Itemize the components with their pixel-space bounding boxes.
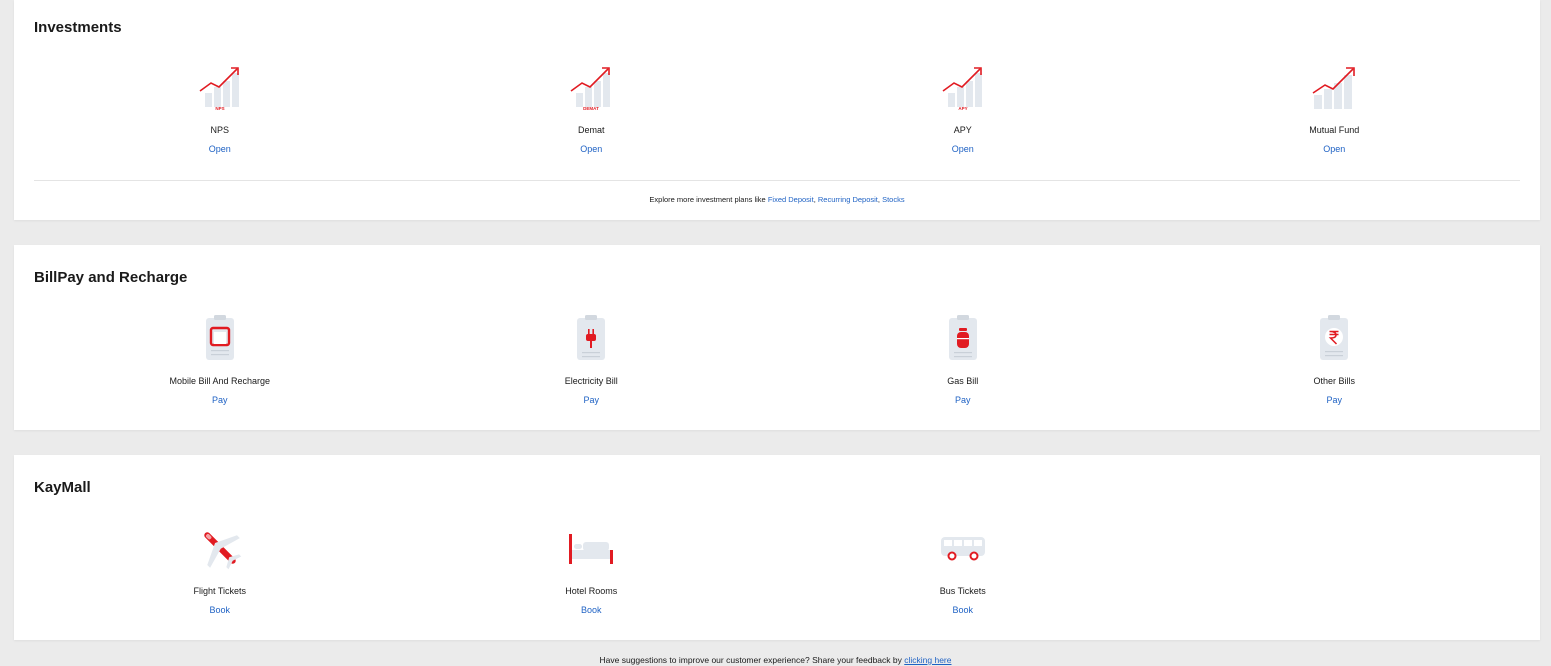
tile-mutual-fund[interactable]: Mutual Fund Open [1149, 62, 1521, 155]
tile-label: Mutual Fund [1309, 125, 1360, 135]
book-hotel-link[interactable]: Book [581, 604, 602, 616]
mobile-bill-icon [196, 313, 244, 363]
tile-bus-tickets[interactable]: Bus Tickets Book [777, 523, 1149, 616]
pay-mobile-bill-link[interactable]: Pay [212, 394, 228, 406]
tile-label: Other Bills [1313, 376, 1355, 386]
section-title: KayMall [34, 479, 91, 496]
section-title: BillPay and Recharge [34, 269, 188, 286]
kaymall-section: KayMall Flight Tickets Book Hotel Rooms … [14, 455, 1540, 640]
kaymall-grid: Flight Tickets Book Hotel Rooms Book Bus… [34, 523, 1520, 616]
section-title: Investments [34, 19, 122, 36]
open-demat-link[interactable]: Open [580, 143, 602, 155]
nps-chart-icon: NPS [196, 62, 244, 112]
open-nps-link[interactable]: Open [209, 143, 231, 155]
tile-label: Demat [577, 125, 605, 135]
pay-other-bills-link[interactable]: Pay [1326, 394, 1342, 406]
tile-label: APY [953, 125, 972, 135]
svg-text:NPS: NPS [215, 106, 224, 111]
tile-gas-bill[interactable]: Gas Bill Pay [777, 313, 1149, 406]
other-bills-rupee-icon [1310, 313, 1358, 363]
investments-grid: NPS NPS Open DEMAT Demat Open APY APY Op… [34, 62, 1520, 155]
billpay-section: BillPay and Recharge Mobile Bill And Rec… [14, 245, 1540, 430]
mutual-fund-chart-icon [1310, 62, 1358, 112]
tile-label: Flight Tickets [193, 586, 246, 596]
tile-label: Hotel Rooms [565, 586, 618, 596]
tile-label: Gas Bill [947, 376, 979, 386]
airplane-icon [196, 523, 244, 573]
investments-section: Investments NPS NPS Open DEMAT Demat Ope… [14, 0, 1540, 220]
gas-bill-icon [939, 313, 987, 363]
recurring-deposit-link[interactable]: Recurring Deposit [818, 195, 878, 204]
tile-label: Mobile Bill And Recharge [169, 376, 271, 386]
open-mutual-fund-link[interactable]: Open [1323, 143, 1345, 155]
bed-icon [567, 523, 615, 573]
billpay-grid: Mobile Bill And Recharge Pay Electricity… [34, 313, 1520, 406]
pay-gas-bill-link[interactable]: Pay [955, 394, 971, 406]
tile-mobile-bill[interactable]: Mobile Bill And Recharge Pay [34, 313, 406, 406]
tile-hotel-rooms[interactable]: Hotel Rooms Book [406, 523, 778, 616]
tile-other-bills[interactable]: Other Bills Pay [1149, 313, 1521, 406]
tile-label: Bus Tickets [939, 586, 986, 596]
book-flight-link[interactable]: Book [209, 604, 230, 616]
divider [34, 180, 1520, 181]
apy-chart-icon: APY [939, 62, 987, 112]
pay-electricity-bill-link[interactable]: Pay [583, 394, 599, 406]
tile-demat[interactable]: DEMAT Demat Open [406, 62, 778, 155]
demat-chart-icon: DEMAT [567, 62, 615, 112]
tile-flight-tickets[interactable]: Flight Tickets Book [34, 523, 406, 616]
explore-more-text: Explore more investment plans like Fixed… [649, 195, 905, 204]
stocks-link[interactable]: Stocks [882, 195, 905, 204]
tile-electricity-bill[interactable]: Electricity Bill Pay [406, 313, 778, 406]
tile-apy[interactable]: APY APY Open [777, 62, 1149, 155]
feedback-text: Have suggestions to improve our customer… [0, 655, 1551, 665]
explore-prefix: Explore more investment plans like [649, 195, 766, 204]
svg-text:APY: APY [958, 106, 967, 111]
electricity-bill-icon [567, 313, 615, 363]
fixed-deposit-link[interactable]: Fixed Deposit [768, 195, 814, 204]
feedback-link[interactable]: clicking here [904, 655, 951, 665]
tile-label: NPS [210, 125, 229, 135]
feedback-message: Have suggestions to improve our customer… [599, 655, 902, 665]
svg-text:DEMAT: DEMAT [583, 106, 599, 111]
tile-label: Electricity Bill [564, 376, 618, 386]
tile-nps[interactable]: NPS NPS Open [34, 62, 406, 155]
open-apy-link[interactable]: Open [952, 143, 974, 155]
bus-icon [939, 523, 987, 573]
book-bus-link[interactable]: Book [952, 604, 973, 616]
